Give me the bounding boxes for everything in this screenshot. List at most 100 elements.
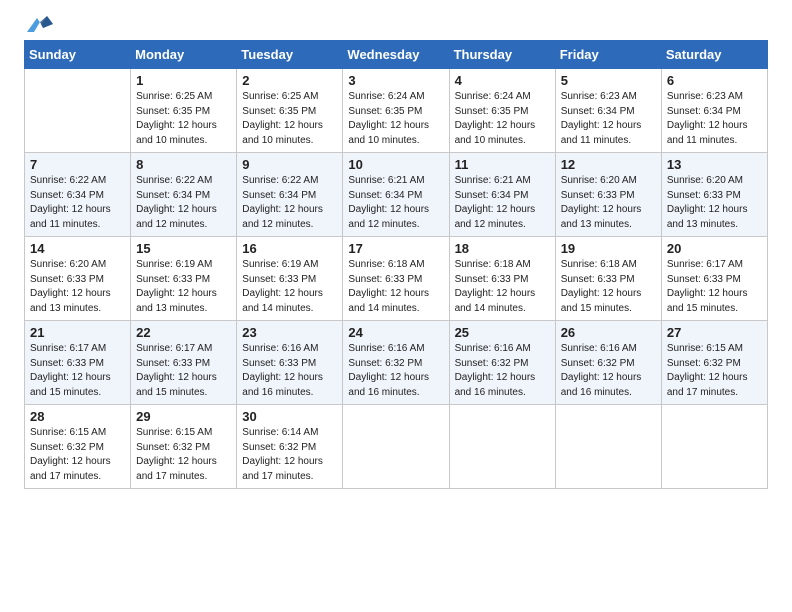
day-number: 13 xyxy=(667,157,762,172)
calendar-cell: 11 Sunrise: 6:21 AMSunset: 6:34 PMDaylig… xyxy=(449,153,555,237)
calendar-cell: 7 Sunrise: 6:22 AMSunset: 6:34 PMDayligh… xyxy=(25,153,131,237)
logo-bird-icon xyxy=(27,14,53,36)
calendar-cell xyxy=(449,405,555,489)
calendar-cell: 30 Sunrise: 6:14 AMSunset: 6:32 PMDaylig… xyxy=(237,405,343,489)
day-info: Sunrise: 6:18 AMSunset: 6:33 PMDaylight:… xyxy=(348,258,443,316)
col-header-friday: Friday xyxy=(555,41,661,69)
day-number: 5 xyxy=(561,73,656,88)
calendar-cell: 4 Sunrise: 6:24 AMSunset: 6:35 PMDayligh… xyxy=(449,69,555,153)
day-info: Sunrise: 6:22 AMSunset: 6:34 PMDaylight:… xyxy=(242,174,337,232)
day-info: Sunrise: 6:15 AMSunset: 6:32 PMDaylight:… xyxy=(30,426,125,484)
day-number: 19 xyxy=(561,241,656,256)
calendar-cell xyxy=(661,405,767,489)
day-number: 18 xyxy=(455,241,550,256)
day-info: Sunrise: 6:19 AMSunset: 6:33 PMDaylight:… xyxy=(136,258,231,316)
calendar-week-row: 14 Sunrise: 6:20 AMSunset: 6:33 PMDaylig… xyxy=(25,237,768,321)
calendar-cell: 10 Sunrise: 6:21 AMSunset: 6:34 PMDaylig… xyxy=(343,153,449,237)
col-header-sunday: Sunday xyxy=(25,41,131,69)
calendar-week-row: 28 Sunrise: 6:15 AMSunset: 6:32 PMDaylig… xyxy=(25,405,768,489)
day-info: Sunrise: 6:17 AMSunset: 6:33 PMDaylight:… xyxy=(136,342,231,400)
day-info: Sunrise: 6:20 AMSunset: 6:33 PMDaylight:… xyxy=(30,258,125,316)
day-info: Sunrise: 6:23 AMSunset: 6:34 PMDaylight:… xyxy=(667,90,762,148)
calendar-cell: 15 Sunrise: 6:19 AMSunset: 6:33 PMDaylig… xyxy=(131,237,237,321)
day-number: 27 xyxy=(667,325,762,340)
day-number: 28 xyxy=(30,409,125,424)
day-number: 14 xyxy=(30,241,125,256)
day-number: 15 xyxy=(136,241,231,256)
day-info: Sunrise: 6:24 AMSunset: 6:35 PMDaylight:… xyxy=(348,90,443,148)
col-header-wednesday: Wednesday xyxy=(343,41,449,69)
calendar-cell: 29 Sunrise: 6:15 AMSunset: 6:32 PMDaylig… xyxy=(131,405,237,489)
day-info: Sunrise: 6:23 AMSunset: 6:34 PMDaylight:… xyxy=(561,90,656,148)
page: SundayMondayTuesdayWednesdayThursdayFrid… xyxy=(0,0,792,507)
col-header-tuesday: Tuesday xyxy=(237,41,343,69)
day-number: 4 xyxy=(455,73,550,88)
day-number: 3 xyxy=(348,73,443,88)
calendar-cell: 28 Sunrise: 6:15 AMSunset: 6:32 PMDaylig… xyxy=(25,405,131,489)
day-number: 25 xyxy=(455,325,550,340)
calendar-cell: 3 Sunrise: 6:24 AMSunset: 6:35 PMDayligh… xyxy=(343,69,449,153)
day-info: Sunrise: 6:16 AMSunset: 6:32 PMDaylight:… xyxy=(348,342,443,400)
day-info: Sunrise: 6:16 AMSunset: 6:32 PMDaylight:… xyxy=(561,342,656,400)
day-number: 24 xyxy=(348,325,443,340)
calendar-cell xyxy=(555,405,661,489)
day-number: 21 xyxy=(30,325,125,340)
day-number: 6 xyxy=(667,73,762,88)
calendar-cell: 13 Sunrise: 6:20 AMSunset: 6:33 PMDaylig… xyxy=(661,153,767,237)
calendar-header-row: SundayMondayTuesdayWednesdayThursdayFrid… xyxy=(25,41,768,69)
col-header-saturday: Saturday xyxy=(661,41,767,69)
day-info: Sunrise: 6:21 AMSunset: 6:34 PMDaylight:… xyxy=(348,174,443,232)
calendar-cell: 23 Sunrise: 6:16 AMSunset: 6:33 PMDaylig… xyxy=(237,321,343,405)
calendar-week-row: 1 Sunrise: 6:25 AMSunset: 6:35 PMDayligh… xyxy=(25,69,768,153)
day-info: Sunrise: 6:19 AMSunset: 6:33 PMDaylight:… xyxy=(242,258,337,316)
col-header-thursday: Thursday xyxy=(449,41,555,69)
calendar-cell: 8 Sunrise: 6:22 AMSunset: 6:34 PMDayligh… xyxy=(131,153,237,237)
day-number: 12 xyxy=(561,157,656,172)
day-info: Sunrise: 6:20 AMSunset: 6:33 PMDaylight:… xyxy=(667,174,762,232)
calendar-cell: 22 Sunrise: 6:17 AMSunset: 6:33 PMDaylig… xyxy=(131,321,237,405)
logo xyxy=(24,18,53,32)
day-info: Sunrise: 6:14 AMSunset: 6:32 PMDaylight:… xyxy=(242,426,337,484)
day-info: Sunrise: 6:15 AMSunset: 6:32 PMDaylight:… xyxy=(136,426,231,484)
day-info: Sunrise: 6:17 AMSunset: 6:33 PMDaylight:… xyxy=(667,258,762,316)
calendar-cell: 1 Sunrise: 6:25 AMSunset: 6:35 PMDayligh… xyxy=(131,69,237,153)
calendar-cell: 19 Sunrise: 6:18 AMSunset: 6:33 PMDaylig… xyxy=(555,237,661,321)
day-number: 16 xyxy=(242,241,337,256)
calendar-cell: 17 Sunrise: 6:18 AMSunset: 6:33 PMDaylig… xyxy=(343,237,449,321)
day-number: 30 xyxy=(242,409,337,424)
day-info: Sunrise: 6:25 AMSunset: 6:35 PMDaylight:… xyxy=(242,90,337,148)
day-info: Sunrise: 6:20 AMSunset: 6:33 PMDaylight:… xyxy=(561,174,656,232)
day-info: Sunrise: 6:22 AMSunset: 6:34 PMDaylight:… xyxy=(136,174,231,232)
day-number: 2 xyxy=(242,73,337,88)
calendar-cell: 16 Sunrise: 6:19 AMSunset: 6:33 PMDaylig… xyxy=(237,237,343,321)
day-info: Sunrise: 6:18 AMSunset: 6:33 PMDaylight:… xyxy=(561,258,656,316)
calendar-cell: 5 Sunrise: 6:23 AMSunset: 6:34 PMDayligh… xyxy=(555,69,661,153)
day-info: Sunrise: 6:24 AMSunset: 6:35 PMDaylight:… xyxy=(455,90,550,148)
calendar-cell: 20 Sunrise: 6:17 AMSunset: 6:33 PMDaylig… xyxy=(661,237,767,321)
calendar-cell: 9 Sunrise: 6:22 AMSunset: 6:34 PMDayligh… xyxy=(237,153,343,237)
calendar-cell: 21 Sunrise: 6:17 AMSunset: 6:33 PMDaylig… xyxy=(25,321,131,405)
calendar-cell xyxy=(343,405,449,489)
calendar-cell: 6 Sunrise: 6:23 AMSunset: 6:34 PMDayligh… xyxy=(661,69,767,153)
day-info: Sunrise: 6:25 AMSunset: 6:35 PMDaylight:… xyxy=(136,90,231,148)
day-number: 23 xyxy=(242,325,337,340)
calendar-cell xyxy=(25,69,131,153)
calendar-cell: 12 Sunrise: 6:20 AMSunset: 6:33 PMDaylig… xyxy=(555,153,661,237)
day-info: Sunrise: 6:15 AMSunset: 6:32 PMDaylight:… xyxy=(667,342,762,400)
day-number: 8 xyxy=(136,157,231,172)
calendar-week-row: 21 Sunrise: 6:17 AMSunset: 6:33 PMDaylig… xyxy=(25,321,768,405)
calendar-cell: 14 Sunrise: 6:20 AMSunset: 6:33 PMDaylig… xyxy=(25,237,131,321)
day-info: Sunrise: 6:16 AMSunset: 6:33 PMDaylight:… xyxy=(242,342,337,400)
calendar-cell: 25 Sunrise: 6:16 AMSunset: 6:32 PMDaylig… xyxy=(449,321,555,405)
calendar-cell: 18 Sunrise: 6:18 AMSunset: 6:33 PMDaylig… xyxy=(449,237,555,321)
day-number: 29 xyxy=(136,409,231,424)
day-info: Sunrise: 6:16 AMSunset: 6:32 PMDaylight:… xyxy=(455,342,550,400)
col-header-monday: Monday xyxy=(131,41,237,69)
day-number: 7 xyxy=(30,157,125,172)
calendar-cell: 2 Sunrise: 6:25 AMSunset: 6:35 PMDayligh… xyxy=(237,69,343,153)
calendar-table: SundayMondayTuesdayWednesdayThursdayFrid… xyxy=(24,40,768,489)
day-number: 9 xyxy=(242,157,337,172)
calendar-cell: 26 Sunrise: 6:16 AMSunset: 6:32 PMDaylig… xyxy=(555,321,661,405)
day-info: Sunrise: 6:18 AMSunset: 6:33 PMDaylight:… xyxy=(455,258,550,316)
calendar-cell: 24 Sunrise: 6:16 AMSunset: 6:32 PMDaylig… xyxy=(343,321,449,405)
